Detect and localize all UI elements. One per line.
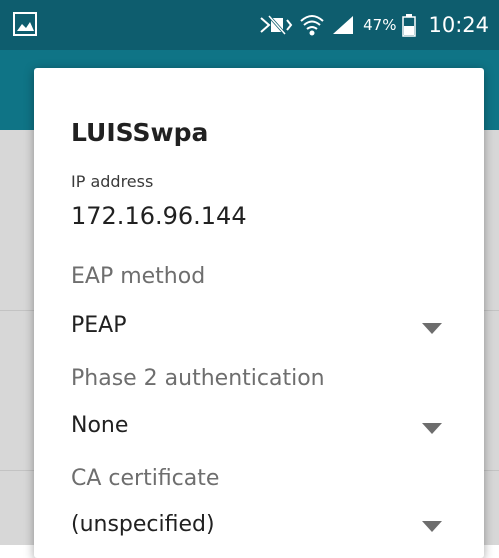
network-dialog: LUISSwpa IP address 172.16.96.144 EAP me… <box>34 68 484 558</box>
signal-icon <box>333 16 354 34</box>
status-bar: 47% 10:24 <box>0 0 499 50</box>
ip-address-label: IP address <box>71 172 154 191</box>
battery-percent: 47% <box>363 16 397 34</box>
dropdown-arrow-icon[interactable] <box>422 521 442 532</box>
ca-certificate-value[interactable]: (unspecified) <box>71 512 215 537</box>
gallery-icon <box>13 12 37 36</box>
eap-method-value[interactable]: PEAP <box>71 313 126 338</box>
phase2-auth-label: Phase 2 authentication <box>71 366 325 391</box>
ip-address-value: 172.16.96.144 <box>71 202 247 230</box>
phase2-auth-value[interactable]: None <box>71 413 128 438</box>
silent-mode-icon <box>260 15 293 35</box>
eap-method-label: EAP method <box>71 264 206 289</box>
dropdown-arrow-icon[interactable] <box>422 423 442 434</box>
ca-certificate-label: CA certificate <box>71 466 220 491</box>
battery-icon <box>402 14 417 37</box>
clock: 10:24 <box>428 13 489 37</box>
wifi-icon <box>300 15 324 36</box>
status-icons: 47% 10:24 <box>259 0 489 50</box>
dialog-title: LUISSwpa <box>71 118 209 147</box>
dropdown-arrow-icon[interactable] <box>422 323 442 334</box>
